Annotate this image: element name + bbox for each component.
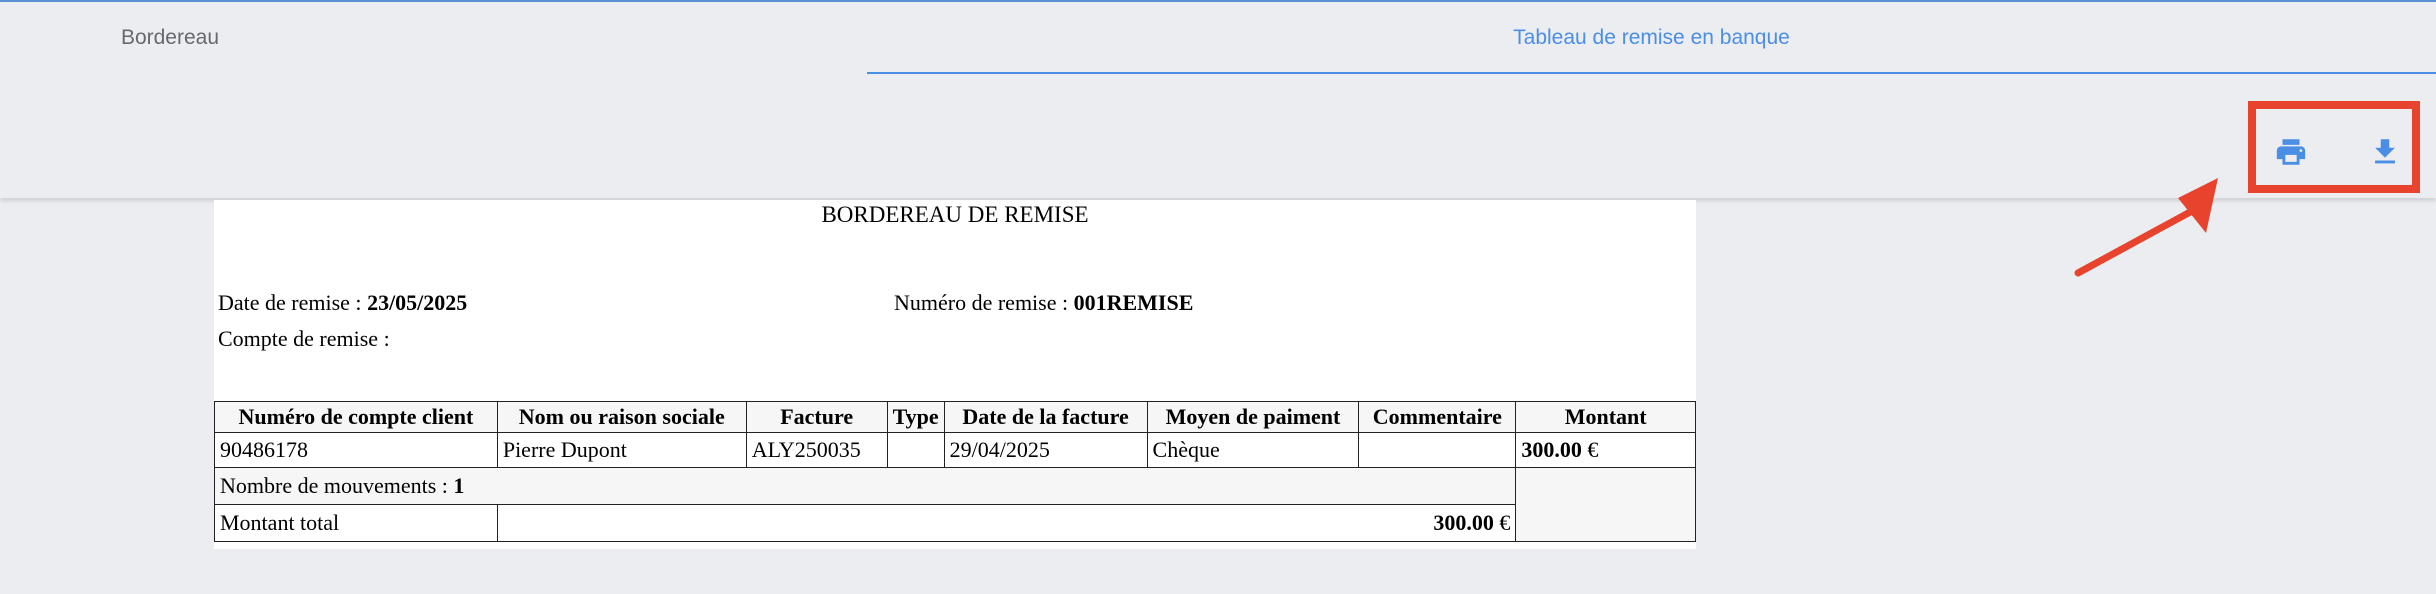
numero-remise-value: 001REMISE [1073,290,1194,315]
cell-commentaire [1358,432,1517,468]
compte-remise-line: Compte de remise : [218,324,390,354]
cell-date: 29/04/2025 [943,432,1148,468]
remise-table: Numéro de compte client Nom ou raison so… [213,401,1696,542]
cell-facture: ALY250035 [745,432,888,468]
compte-remise-label: Compte de remise : [218,326,390,351]
header-montant: Montant [1515,401,1696,433]
mouvements-label: Nombre de mouvements : [220,473,454,498]
total-devise: € [1493,510,1511,535]
total-value-cell: 300.00 € [496,504,1517,542]
numero-remise-line: Numéro de remise : 001REMISE [894,288,1193,318]
date-remise-line: Date de remise : 23/05/2025 [218,288,467,318]
cell-montant: 300.00 € [1515,432,1696,468]
numero-remise-label: Numéro de remise : [894,290,1074,315]
total-value: 300.00 [1433,510,1494,535]
document-title: BORDEREAU DE REMISE [821,202,1089,227]
total-label: Montant total [214,504,498,542]
date-remise-label: Date de remise : [218,290,368,315]
header-moyen-paiment: Moyen de paiment [1146,401,1360,433]
header-numero-compte: Numéro de compte client [214,401,498,433]
highlight-box [2248,101,2420,193]
mouvements-row: Nombre de mouvements : 1 [213,467,1696,542]
cell-nom: Pierre Dupont [496,432,747,468]
tab-bordereau[interactable]: Bordereau [0,2,340,74]
header-commentaire: Commentaire [1358,401,1517,433]
tab-bar: Bordereau Tableau de remise en banque [0,2,2436,75]
header-nom: Nom ou raison sociale [496,401,747,433]
header-type: Type [886,401,945,433]
toolbar [0,74,2436,198]
bordereau-document: BORDEREAU DE REMISE Date de remise : 23/… [213,200,1696,549]
header-date-facture: Date de la facture [943,401,1148,433]
cell-moyen: Chèque [1146,432,1360,468]
header-facture: Facture [745,401,888,433]
table-row: 90486178 Pierre Dupont ALY250035 29/04/2… [214,432,1696,468]
mouvements-cell: Nombre de mouvements : 1 [213,467,1517,505]
date-remise-value: 23/05/2025 [367,290,468,315]
mouvements-value: 1 [453,473,465,498]
total-row: Montant total 300.00 € [214,504,1696,542]
table-header-row: Numéro de compte client Nom ou raison so… [214,401,1696,433]
tab-tableau-remise[interactable]: Tableau de remise en banque [867,2,2436,74]
montant-devise: € [1581,437,1599,462]
cell-compte: 90486178 [214,432,498,468]
empty-summary-cell [1515,467,1696,542]
cell-type [886,432,945,468]
montant-value: 300.00 [1521,437,1582,462]
